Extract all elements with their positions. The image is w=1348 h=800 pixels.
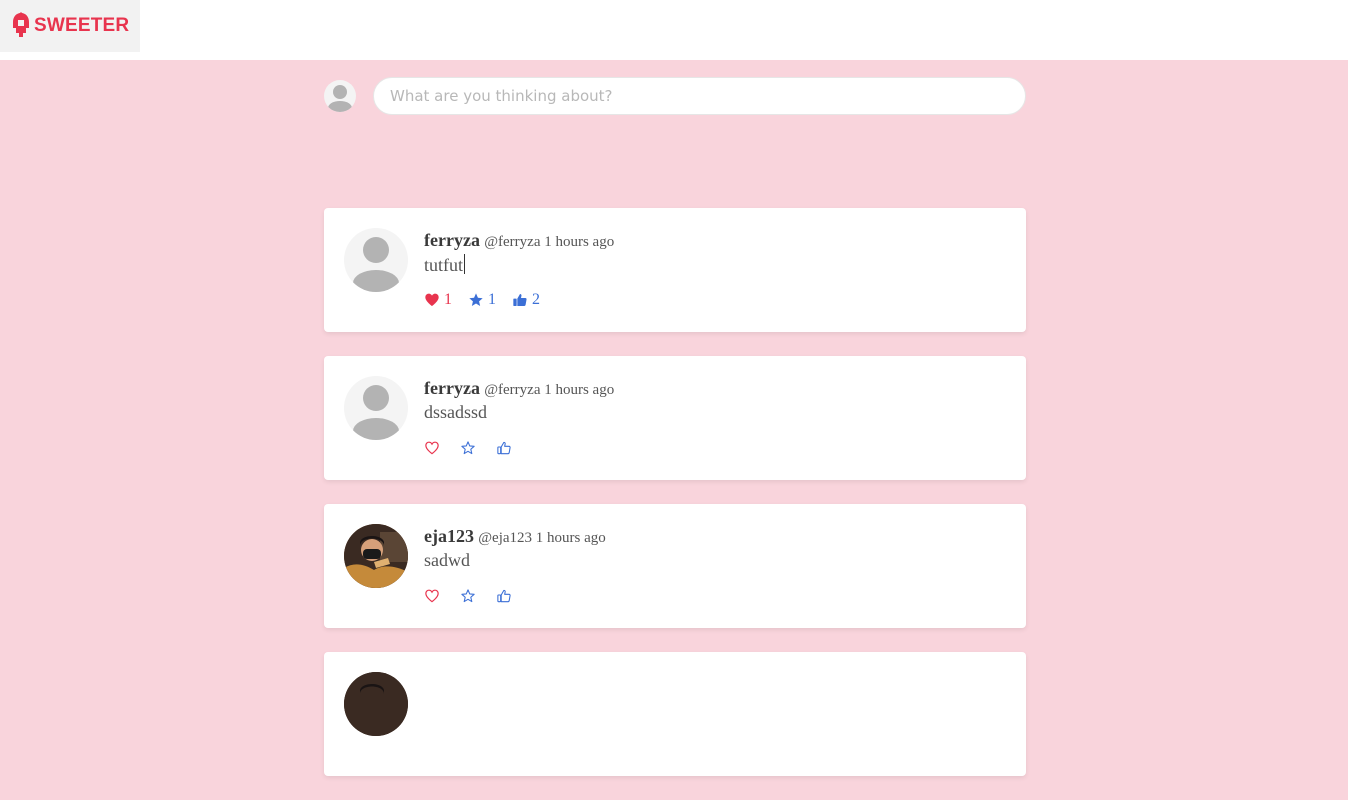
post-author-name[interactable]: eja123 bbox=[424, 526, 474, 546]
thumbs-up-button[interactable] bbox=[496, 440, 516, 456]
default-user-avatar-icon bbox=[328, 85, 352, 112]
text-cursor bbox=[464, 254, 465, 274]
heart-outline-icon bbox=[425, 589, 439, 603]
post-actions: 1 1 2 bbox=[424, 290, 556, 310]
star-outline-icon bbox=[461, 441, 475, 455]
composer-avatar bbox=[324, 80, 356, 112]
user-photo-avatar bbox=[344, 524, 408, 588]
thumbs-up-filled-icon bbox=[513, 294, 527, 306]
post-text: dssadssd bbox=[424, 402, 487, 423]
post-header: ferryza @ferryza 1 hours ago bbox=[424, 230, 614, 251]
thumbs-up-count: 2 bbox=[532, 291, 540, 308]
user-photo-avatar bbox=[344, 672, 408, 736]
post-meta: @ferryza 1 hours ago bbox=[484, 382, 615, 398]
post-meta: @ferryza 1 hours ago bbox=[484, 234, 615, 250]
post-author-name[interactable]: ferryza bbox=[424, 230, 480, 250]
star-outline-icon bbox=[461, 589, 475, 603]
post-header: eja123 @eja123 1 hours ago bbox=[424, 526, 606, 547]
thumbs-up-button[interactable]: 2 bbox=[512, 291, 540, 309]
post-card: ferryza @ferryza 1 hours ago tutfut 1 1 bbox=[324, 208, 1026, 332]
post-avatar[interactable] bbox=[344, 228, 408, 292]
post-card: eja123 @eja123 1 hours ago sadwd bbox=[324, 504, 1026, 628]
heart-filled-icon bbox=[425, 293, 439, 306]
star-button[interactable] bbox=[460, 588, 480, 604]
star-button[interactable] bbox=[460, 440, 480, 456]
post-feed: ferryza @ferryza 1 hours ago tutfut 1 1 bbox=[324, 208, 1026, 800]
post-avatar[interactable] bbox=[344, 376, 408, 440]
post-avatar[interactable] bbox=[344, 524, 408, 588]
post-card: ferryza @ferryza 1 hours ago dssadssd bbox=[324, 356, 1026, 480]
post-header: ferryza @ferryza 1 hours ago bbox=[424, 378, 614, 399]
like-button[interactable]: 1 bbox=[424, 291, 452, 309]
post-text-content: sadwd bbox=[424, 550, 470, 570]
post-actions bbox=[424, 438, 532, 458]
thumbs-up-button[interactable] bbox=[496, 588, 516, 604]
post-text-content: tutfut bbox=[424, 255, 463, 275]
brand-name: SWEETER bbox=[34, 15, 130, 36]
star-filled-icon bbox=[469, 293, 483, 306]
post-author-name[interactable]: ferryza bbox=[424, 378, 480, 398]
post-text: tutfut bbox=[424, 254, 465, 276]
post-actions bbox=[424, 586, 532, 606]
post-text-content: dssadssd bbox=[424, 402, 488, 422]
thumbs-up-outline-icon bbox=[497, 589, 511, 603]
thumbs-up-outline-icon bbox=[497, 441, 511, 455]
compose-input[interactable] bbox=[373, 77, 1026, 115]
default-user-avatar-icon bbox=[353, 385, 399, 440]
default-user-avatar-icon bbox=[353, 237, 399, 292]
star-count: 1 bbox=[488, 291, 496, 308]
star-button[interactable]: 1 bbox=[468, 291, 496, 309]
top-navbar: SWEETER bbox=[0, 0, 1348, 60]
post-text: sadwd bbox=[424, 550, 470, 571]
post-card bbox=[324, 652, 1026, 776]
brand-logo[interactable]: SWEETER bbox=[0, 0, 140, 52]
post-composer bbox=[324, 77, 1026, 115]
post-meta: @eja123 1 hours ago bbox=[478, 530, 606, 546]
like-button[interactable] bbox=[424, 440, 444, 456]
like-count: 1 bbox=[444, 291, 452, 308]
like-button[interactable] bbox=[424, 588, 444, 604]
spartan-helmet-icon bbox=[13, 12, 29, 37]
post-avatar[interactable] bbox=[344, 672, 408, 736]
heart-outline-icon bbox=[425, 441, 439, 455]
